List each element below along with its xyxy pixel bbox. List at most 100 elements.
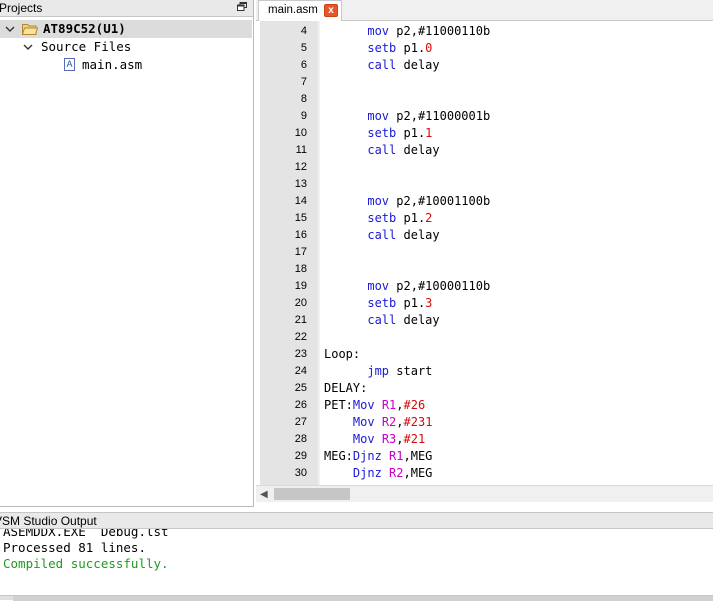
code-line[interactable]: 18 — [256, 261, 713, 278]
code-line[interactable]: 13 — [256, 176, 713, 193]
code-token: R2 — [381, 415, 397, 429]
projects-pane-header: Projects — [0, 0, 253, 17]
code-text: PET:Mov R1,#26 — [324, 397, 425, 414]
tree-item-main-asm[interactable]: A main.asm — [0, 56, 252, 74]
code-token: , — [396, 432, 404, 446]
output-pane-title: VSM Studio Output — [0, 514, 97, 528]
code-text: Mov R3,#21 — [324, 431, 425, 448]
chevron-down-icon[interactable] — [4, 20, 16, 38]
tree-item-source-files[interactable]: Source Files — [0, 38, 252, 56]
code-text: setb p1.1 — [324, 125, 432, 142]
code-token: Loop: — [324, 347, 361, 361]
code-token: delay — [396, 143, 440, 157]
code-line[interactable]: 16 call delay — [256, 227, 713, 244]
tab-main-asm[interactable]: main.asm x — [258, 0, 342, 21]
code-token: #21 — [403, 432, 426, 446]
code-editor[interactable]: 4 mov p2,#11000110b 5 setb p1.0 6 call del… — [256, 21, 713, 485]
code-line[interactable]: 5 setb p1.0 — [256, 40, 713, 57]
code-token: R3 — [381, 432, 397, 446]
close-icon[interactable]: x — [324, 4, 338, 17]
code-line[interactable]: 9 mov p2,#11000001b — [256, 108, 713, 125]
code-token: 0 — [425, 41, 433, 55]
horizontal-scrollbar[interactable]: ◀ — [256, 485, 713, 502]
code-line[interactable]: 4 mov p2,#11000110b — [256, 23, 713, 40]
code-line[interactable]: 22 — [256, 329, 713, 346]
editor-tab-bar: main.asm x — [256, 0, 713, 21]
code-line[interactable]: 19 mov p2,#10000110b — [256, 278, 713, 295]
code-line[interactable]: 12 — [256, 159, 713, 176]
code-token: , — [396, 415, 404, 429]
code-line[interactable]: 26 PET:Mov R1,#26 — [256, 397, 713, 414]
code-token: ,MEG — [403, 466, 433, 480]
code-line[interactable]: 29 MEG:Djnz R1,MEG — [256, 448, 713, 465]
code-line[interactable]: 11 call delay — [256, 142, 713, 159]
code-text: setb p1.2 — [324, 210, 432, 227]
code-token: ,MEG — [403, 449, 433, 463]
asm-file-icon: A — [64, 58, 75, 71]
code-line[interactable]: 23 Loop: — [256, 346, 713, 363]
line-number: 24 — [294, 365, 307, 377]
code-token: p1. — [396, 296, 426, 310]
code-line[interactable]: 17 — [256, 244, 713, 261]
output-scrollbar-thumb[interactable] — [13, 596, 713, 601]
code-line[interactable]: 10 setb p1.1 — [256, 125, 713, 142]
line-number: 4 — [300, 25, 307, 37]
code-line[interactable]: 25 DELAY: — [256, 380, 713, 397]
tree-item-project[interactable]: AT89C52(U1) — [0, 20, 252, 38]
line-number: 19 — [294, 280, 307, 292]
code-token: Djnz — [352, 449, 382, 463]
code-text: MEG:Djnz R1,MEG — [324, 448, 432, 465]
line-number: 22 — [294, 331, 307, 343]
output-line: ASEMDDX.EXE Debug.lst — [3, 529, 169, 539]
line-number: 8 — [300, 93, 307, 105]
code-token: Mov — [352, 398, 375, 412]
code-text: setb p1.3 — [324, 295, 432, 312]
code-line[interactable]: 20 setb p1.3 — [256, 295, 713, 312]
output-scrollbar[interactable] — [0, 595, 713, 601]
code-line[interactable]: 21 call delay — [256, 312, 713, 329]
code-token: R1 — [389, 449, 404, 463]
code-line[interactable]: 14 mov p2,#10001100b — [256, 193, 713, 210]
code-token: #10001100b — [417, 194, 491, 208]
code-text: Mov R2,#231 — [324, 414, 433, 431]
code-token: PET: — [324, 398, 353, 412]
code-token: call — [367, 143, 397, 157]
code-token: mov — [367, 24, 390, 38]
restore-window-icon[interactable] — [237, 2, 247, 11]
code-text: call delay — [324, 312, 439, 329]
scrollbar-thumb[interactable] — [274, 488, 350, 500]
code-token: , — [396, 398, 404, 412]
code-line[interactable]: 15 setb p1.2 — [256, 210, 713, 227]
code-line[interactable]: 24 jmp start — [256, 363, 713, 380]
code-token: 3 — [425, 296, 433, 310]
line-number: 27 — [294, 416, 307, 428]
line-number: 14 — [294, 195, 307, 207]
code-token: p1. — [396, 41, 426, 55]
code-line[interactable]: 27 Mov R2,#231 — [256, 414, 713, 431]
chevron-down-icon[interactable] — [22, 38, 34, 56]
code-line[interactable]: 8 — [256, 91, 713, 108]
code-line[interactable]: 7 — [256, 74, 713, 91]
output-line: Compiled successfully. — [3, 556, 169, 571]
code-line[interactable]: 6 call delay — [256, 57, 713, 74]
code-token: DELAY: — [324, 381, 368, 395]
projects-pane: Projects AT89C52(U1) Source Files A main… — [0, 0, 254, 507]
scroll-left-icon[interactable]: ◀ — [260, 489, 268, 500]
code-token: jmp — [367, 364, 390, 378]
code-line[interactable]: 30 Djnz R2,MEG — [256, 465, 713, 482]
code-line[interactable]: 28 Mov R3,#21 — [256, 431, 713, 448]
line-number: 11 — [295, 144, 307, 156]
code-token: delay — [396, 228, 440, 242]
code-text: mov p2,#11000001b — [324, 108, 490, 125]
